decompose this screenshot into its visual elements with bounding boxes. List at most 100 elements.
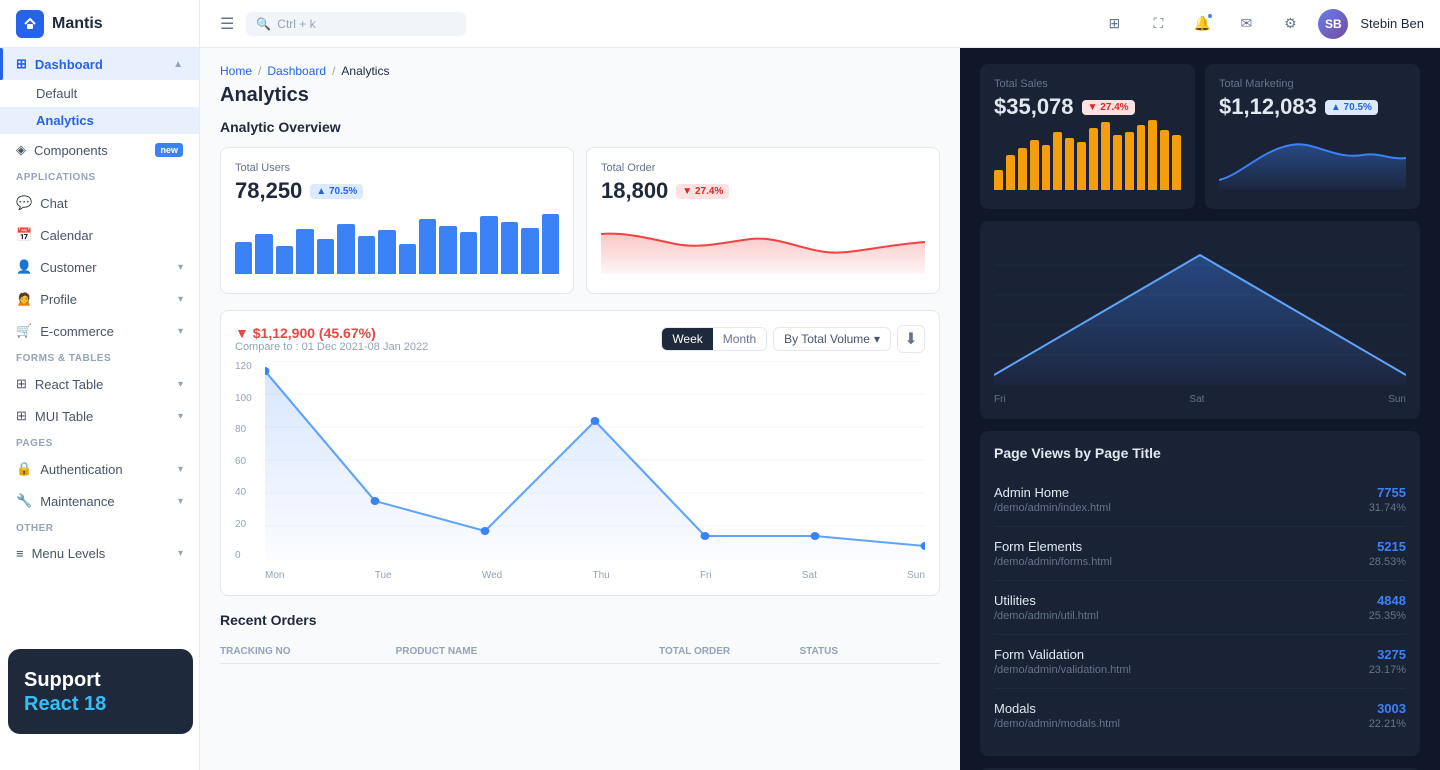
page-views-title: Page Views by Page Title <box>994 445 1406 461</box>
sidebar-item-react-table[interactable]: ⊞ React Table ▾ <box>0 368 199 400</box>
total-sales-card: Total Sales $35,078 ▼ 27.4% <box>980 64 1195 209</box>
income-line-chart: 120 100 80 60 40 20 0 <box>235 361 925 581</box>
card-label: Total Order <box>601 162 925 174</box>
analytics-cards-light: Total Users 78,250 ▲ 70.5% <box>220 147 940 294</box>
notification-badge <box>1206 12 1214 20</box>
card-label: Total Marketing <box>1219 78 1406 90</box>
badge-up: ▲ 70.5% <box>310 184 363 199</box>
breadcrumb-home[interactable]: Home <box>220 64 252 78</box>
download-icon: ⬇ <box>904 329 917 349</box>
sidebar-item-label: Dashboard <box>35 57 103 72</box>
sidebar-item-label: Chat <box>40 196 67 211</box>
chart-svg-area <box>265 361 925 561</box>
chevron-down-icon: ▾ <box>874 332 880 346</box>
sidebar-item-calendar[interactable]: 📅 Calendar <box>0 219 199 251</box>
volume-dropdown[interactable]: By Total Volume ▾ <box>773 327 891 351</box>
fullscreen-icon: ⛶ <box>1153 15 1163 32</box>
income-overview-card: ▼ $1,12,900 (45.67%) Compare to : 01 Dec… <box>220 310 940 596</box>
recent-orders-title: Recent Orders <box>220 612 940 628</box>
sidebar-item-mui-table[interactable]: ⊞ MUI Table ▾ <box>0 400 199 432</box>
sales-bar-chart <box>994 130 1181 190</box>
table-icon: ⊞ <box>16 376 27 392</box>
sidebar-logo: Mantis <box>0 0 199 48</box>
sidebar-item-authentication[interactable]: 🔒 Authentication ▾ <box>0 453 199 485</box>
month-btn[interactable]: Month <box>713 328 766 350</box>
pv-item-form-validation: Form Validation /demo/admin/validation.h… <box>994 635 1406 689</box>
content-area: Home / Dashboard / Analytics Analytics A… <box>200 48 1440 770</box>
badge-down: ▼ 27.4% <box>1082 100 1135 115</box>
chat-icon: 💬 <box>16 195 32 211</box>
chevron-down-icon: ▾ <box>178 464 183 475</box>
section-forms-tables: Forms & Tables <box>0 347 199 368</box>
sidebar-item-chat[interactable]: 💬 Chat <box>0 187 199 219</box>
support-popup[interactable]: Support React 18 <box>8 649 193 734</box>
sidebar-item-menu-levels[interactable]: ≡ Menu Levels ▾ <box>0 538 199 569</box>
recent-orders-section: Recent Orders TRACKING NO PRODUCT NAME T… <box>220 612 940 664</box>
maintenance-icon: 🔧 <box>16 493 32 509</box>
ecommerce-icon: 🛒 <box>16 323 32 339</box>
analytic-overview-title: Analytic Overview <box>220 119 940 135</box>
sidebar-item-customer[interactable]: 👤 Customer ▾ <box>0 251 199 283</box>
menu-icon: ≡ <box>16 546 24 561</box>
chevron-down-icon: ▾ <box>178 294 183 305</box>
notifications-icon-btn[interactable]: 🔔 <box>1186 8 1218 40</box>
section-applications: Applications <box>0 166 199 187</box>
pv-item-form-elements: Form Elements /demo/admin/forms.html 521… <box>994 527 1406 581</box>
left-panel: Home / Dashboard / Analytics Analytics A… <box>200 48 960 770</box>
apps-icon-btn[interactable]: ⊞ <box>1098 8 1130 40</box>
sidebar-item-components[interactable]: ◈ Components new <box>0 134 199 166</box>
sidebar-item-maintenance[interactable]: 🔧 Maintenance ▾ <box>0 485 199 517</box>
chevron-down-icon: ▾ <box>178 379 183 390</box>
week-month-toggle: Week Month <box>661 327 767 351</box>
download-btn[interactable]: ⬇ <box>897 325 925 353</box>
card-value: 78,250 ▲ 70.5% <box>235 178 559 204</box>
week-btn[interactable]: Week <box>662 328 712 350</box>
messages-icon-btn[interactable]: ✉ <box>1230 8 1262 40</box>
sidebar-item-profile[interactable]: 🙍 Profile ▾ <box>0 283 199 315</box>
x-axis-labels: Mon Tue Wed Thu Fri Sat Sun <box>265 570 925 581</box>
card-label: Total Users <box>235 162 559 174</box>
card-label: Total Sales <box>994 78 1181 90</box>
pv-item-modals: Modals /demo/admin/modals.html 3003 22.2… <box>994 689 1406 742</box>
users-bar-chart <box>235 214 559 274</box>
total-users-card: Total Users 78,250 ▲ 70.5% <box>220 147 574 294</box>
y-axis-labels: 120 100 80 60 40 20 0 <box>235 361 252 561</box>
calendar-icon: 📅 <box>16 227 32 243</box>
sidebar-item-dashboard[interactable]: ⊞ Dashboard ▲ <box>0 48 199 80</box>
fullscreen-icon-btn[interactable]: ⛶ <box>1142 8 1174 40</box>
page-title: Analytics <box>220 84 940 107</box>
chevron-up-icon: ▲ <box>173 59 183 70</box>
chevron-down-icon: ▾ <box>178 326 183 337</box>
sidebar-item-ecommerce[interactable]: 🛒 E-commerce ▾ <box>0 315 199 347</box>
sidebar-item-label: Calendar <box>40 228 93 243</box>
income-amount: ▼ $1,12,900 (45.67%) <box>235 325 428 341</box>
income-compare: Compare to : 01 Dec 2021-08 Jan 2022 <box>235 341 428 353</box>
card-value: $35,078 ▼ 27.4% <box>994 94 1181 120</box>
order-area-chart <box>601 214 925 279</box>
menu-toggle-icon[interactable]: ☰ <box>220 14 234 34</box>
chevron-down-icon: ▾ <box>178 548 183 559</box>
apps-icon: ⊞ <box>1109 15 1121 32</box>
sidebar-item-label: E-commerce <box>40 324 114 339</box>
settings-icon-btn[interactable]: ⚙ <box>1274 8 1306 40</box>
dashboard-icon: ⊞ <box>16 56 27 72</box>
breadcrumb-dashboard[interactable]: Dashboard <box>267 64 326 78</box>
breadcrumb-current: Analytics <box>341 64 389 78</box>
main-content: ☰ 🔍 Ctrl + k ⊞ ⛶ 🔔 ✉ ⚙ SB Stebin Be <box>200 0 1440 770</box>
sidebar-subitem-analytics[interactable]: Analytics <box>0 107 199 134</box>
page-views-card: Page Views by Page Title Admin Home /dem… <box>980 431 1420 756</box>
income-header: ▼ $1,12,900 (45.67%) Compare to : 01 Dec… <box>235 325 925 353</box>
breadcrumb: Home / Dashboard / Analytics <box>220 64 940 78</box>
components-icon: ◈ <box>16 142 26 158</box>
dark-income-chart: Fri Sat Sun <box>980 221 1420 419</box>
chevron-down-icon: ▾ <box>178 496 183 507</box>
header-search[interactable]: 🔍 Ctrl + k <box>246 12 466 36</box>
sidebar-subitem-default[interactable]: Default <box>0 80 199 107</box>
dark-analytics-cards: Total Sales $35,078 ▼ 27.4% <box>980 64 1420 209</box>
profile-icon: 🙍 <box>16 291 32 307</box>
logo-icon <box>16 10 44 38</box>
table-header: TRACKING NO PRODUCT NAME TOTAL ORDER STA… <box>220 640 940 664</box>
sidebar-item-label: Authentication <box>40 462 122 477</box>
sidebar: Mantis ⊞ Dashboard ▲ Default Analytics ◈… <box>0 0 200 770</box>
search-icon: 🔍 <box>256 17 271 31</box>
